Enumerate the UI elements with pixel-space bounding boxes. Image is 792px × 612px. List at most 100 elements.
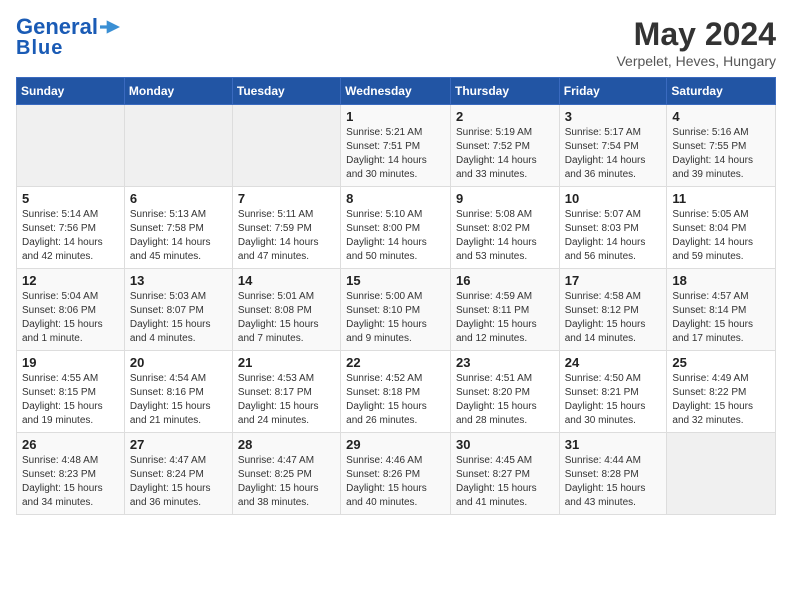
day-header-sunday: Sunday [17,78,125,105]
day-info: Sunrise: 4:55 AM Sunset: 8:15 PM Dayligh… [22,372,119,428]
day-info: Sunrise: 4:50 AM Sunset: 8:21 PM Dayligh… [565,372,662,428]
calendar-cell: 11 Sunrise: 5:05 AM Sunset: 8:04 PM Dayli… [667,187,776,269]
day-number: 4 [672,109,770,124]
day-number: 6 [130,191,227,206]
calendar-week-row: 26Sunrise: 4:48 AM Sunset: 8:23 PM Dayli… [17,433,776,515]
calendar-cell: 19 Sunrise: 4:55 AM Sunset: 8:15 PM Dayli… [17,351,125,433]
calendar-cell: 23Sunrise: 4:51 AM Sunset: 8:20 PM Dayli… [450,351,559,433]
logo-text: General [16,16,98,38]
day-number: 30 [456,437,554,452]
calendar-cell: 9 Sunrise: 5:08 AM Sunset: 8:02 PM Daylig… [450,187,559,269]
page-header: General Blue May 2024 Verpelet, Heves, H… [16,16,776,69]
day-info: Sunrise: 4:51 AM Sunset: 8:20 PM Dayligh… [456,372,554,428]
day-number: 15 [346,273,445,288]
day-info: Sunrise: 4:47 AM Sunset: 8:24 PM Dayligh… [130,454,227,510]
day-info: Sunrise: 5:03 AM Sunset: 8:07 PM Dayligh… [130,290,227,346]
logo: General Blue [16,16,120,58]
calendar-cell: 12 Sunrise: 5:04 AM Sunset: 8:06 PM Dayli… [17,269,125,351]
day-info: Sunrise: 4:47 AM Sunset: 8:25 PM Dayligh… [238,454,335,510]
day-info: Sunrise: 5:14 AM Sunset: 7:56 PM Dayligh… [22,208,119,264]
calendar-cell: 15 Sunrise: 5:00 AM Sunset: 8:10 PM Dayli… [341,269,451,351]
calendar-cell: 5 Sunrise: 5:14 AM Sunset: 7:56 PM Daylig… [17,187,125,269]
day-info: Sunrise: 4:52 AM Sunset: 8:18 PM Dayligh… [346,372,445,428]
calendar-week-row: 19 Sunrise: 4:55 AM Sunset: 8:15 PM Dayli… [17,351,776,433]
calendar-week-row: 1Sunrise: 5:21 AM Sunset: 7:51 PM Daylig… [17,105,776,187]
calendar-cell: 7 Sunrise: 5:11 AM Sunset: 7:59 PM Daylig… [232,187,340,269]
day-info: Sunrise: 4:44 AM Sunset: 8:28 PM Dayligh… [565,454,662,510]
day-number: 7 [238,191,335,206]
calendar-cell: 1Sunrise: 5:21 AM Sunset: 7:51 PM Daylig… [341,105,451,187]
day-info: Sunrise: 4:57 AM Sunset: 8:14 PM Dayligh… [672,290,770,346]
calendar-cell: 22 Sunrise: 4:52 AM Sunset: 8:18 PM Dayli… [341,351,451,433]
day-info: Sunrise: 5:08 AM Sunset: 8:02 PM Dayligh… [456,208,554,264]
day-number: 2 [456,109,554,124]
day-number: 29 [346,437,445,452]
day-info: Sunrise: 4:45 AM Sunset: 8:27 PM Dayligh… [456,454,554,510]
calendar-cell: 20Sunrise: 4:54 AM Sunset: 8:16 PM Dayli… [124,351,232,433]
calendar-cell [232,105,340,187]
location-subtitle: Verpelet, Heves, Hungary [616,53,776,69]
day-info: Sunrise: 5:16 AM Sunset: 7:55 PM Dayligh… [672,126,770,182]
day-number: 5 [22,191,119,206]
day-number: 18 [672,273,770,288]
title-area: May 2024 Verpelet, Heves, Hungary [616,16,776,69]
calendar-cell: 10 Sunrise: 5:07 AM Sunset: 8:03 PM Dayli… [559,187,667,269]
day-number: 13 [130,273,227,288]
day-number: 25 [672,355,770,370]
day-info: Sunrise: 5:17 AM Sunset: 7:54 PM Dayligh… [565,126,662,182]
day-number: 9 [456,191,554,206]
calendar-cell: 16 Sunrise: 4:59 AM Sunset: 8:11 PM Dayli… [450,269,559,351]
day-number: 12 [22,273,119,288]
day-header-friday: Friday [559,78,667,105]
day-number: 3 [565,109,662,124]
calendar-cell [667,433,776,515]
day-number: 22 [346,355,445,370]
calendar-header-row: SundayMondayTuesdayWednesdayThursdayFrid… [17,78,776,105]
day-info: Sunrise: 5:05 AM Sunset: 8:04 PM Dayligh… [672,208,770,264]
calendar-week-row: 12 Sunrise: 5:04 AM Sunset: 8:06 PM Dayli… [17,269,776,351]
day-info: Sunrise: 5:19 AM Sunset: 7:52 PM Dayligh… [456,126,554,182]
day-number: 19 [22,355,119,370]
day-info: Sunrise: 4:59 AM Sunset: 8:11 PM Dayligh… [456,290,554,346]
calendar-cell: 26Sunrise: 4:48 AM Sunset: 8:23 PM Dayli… [17,433,125,515]
logo-icon [100,20,120,34]
calendar-cell: 8Sunrise: 5:10 AM Sunset: 8:00 PM Daylig… [341,187,451,269]
day-info: Sunrise: 4:54 AM Sunset: 8:16 PM Dayligh… [130,372,227,428]
day-info: Sunrise: 4:53 AM Sunset: 8:17 PM Dayligh… [238,372,335,428]
day-number: 17 [565,273,662,288]
calendar-cell: 30 Sunrise: 4:45 AM Sunset: 8:27 PM Dayli… [450,433,559,515]
day-number: 11 [672,191,770,206]
calendar-cell: 3 Sunrise: 5:17 AM Sunset: 7:54 PM Daylig… [559,105,667,187]
calendar-cell: 6 Sunrise: 5:13 AM Sunset: 7:58 PM Daylig… [124,187,232,269]
day-number: 27 [130,437,227,452]
calendar-cell: 31 Sunrise: 4:44 AM Sunset: 8:28 PM Dayli… [559,433,667,515]
calendar-cell: 13 Sunrise: 5:03 AM Sunset: 8:07 PM Dayli… [124,269,232,351]
day-number: 1 [346,109,445,124]
calendar-cell: 21 Sunrise: 4:53 AM Sunset: 8:17 PM Dayli… [232,351,340,433]
day-info: Sunrise: 5:00 AM Sunset: 8:10 PM Dayligh… [346,290,445,346]
day-info: Sunrise: 5:01 AM Sunset: 8:08 PM Dayligh… [238,290,335,346]
day-number: 31 [565,437,662,452]
day-number: 14 [238,273,335,288]
calendar-cell: 29 Sunrise: 4:46 AM Sunset: 8:26 PM Dayli… [341,433,451,515]
calendar-cell: 24 Sunrise: 4:50 AM Sunset: 8:21 PM Dayli… [559,351,667,433]
day-number: 10 [565,191,662,206]
calendar-table: SundayMondayTuesdayWednesdayThursdayFrid… [16,77,776,515]
day-number: 24 [565,355,662,370]
day-header-thursday: Thursday [450,78,559,105]
day-info: Sunrise: 5:11 AM Sunset: 7:59 PM Dayligh… [238,208,335,264]
day-number: 28 [238,437,335,452]
day-info: Sunrise: 4:46 AM Sunset: 8:26 PM Dayligh… [346,454,445,510]
day-info: Sunrise: 5:13 AM Sunset: 7:58 PM Dayligh… [130,208,227,264]
day-number: 16 [456,273,554,288]
calendar-cell [17,105,125,187]
day-header-saturday: Saturday [667,78,776,105]
day-info: Sunrise: 5:07 AM Sunset: 8:03 PM Dayligh… [565,208,662,264]
calendar-cell: 2 Sunrise: 5:19 AM Sunset: 7:52 PM Daylig… [450,105,559,187]
day-number: 21 [238,355,335,370]
day-info: Sunrise: 4:49 AM Sunset: 8:22 PM Dayligh… [672,372,770,428]
day-info: Sunrise: 5:10 AM Sunset: 8:00 PM Dayligh… [346,208,445,264]
calendar-cell: 4 Sunrise: 5:16 AM Sunset: 7:55 PM Daylig… [667,105,776,187]
month-title: May 2024 [616,16,776,53]
day-info: Sunrise: 5:04 AM Sunset: 8:06 PM Dayligh… [22,290,119,346]
